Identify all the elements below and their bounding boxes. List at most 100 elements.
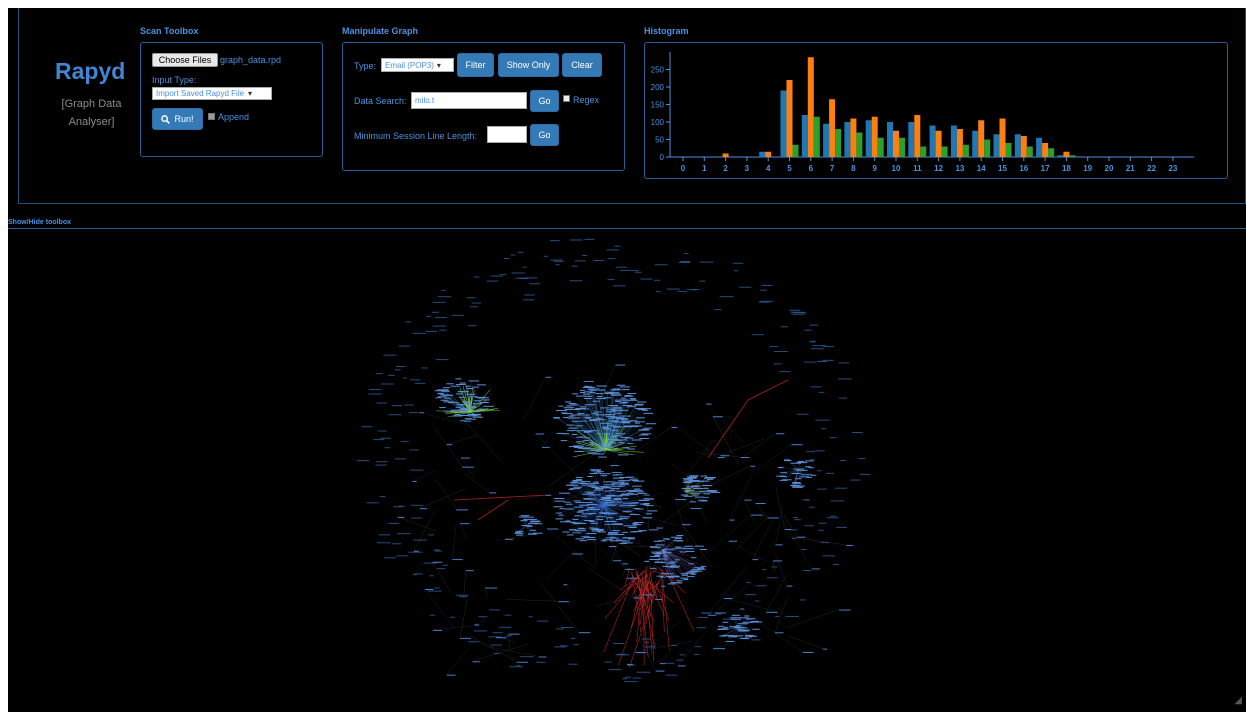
graph-node [562, 531, 570, 533]
manipulate-graph-panel: Type: Email (POP3) ▾ Filter Show Only Cl… [342, 42, 625, 171]
graph-node [633, 597, 642, 599]
graph-edge [587, 567, 634, 598]
choose-files-button[interactable]: Choose Files [152, 53, 218, 67]
graph-node [590, 453, 601, 455]
graph-node [368, 389, 382, 391]
data-search-input[interactable]: milo.t [411, 92, 527, 109]
min-session-input[interactable] [487, 126, 527, 143]
histogram-bar [887, 122, 893, 157]
graph-node [479, 402, 489, 404]
show-hide-toolbox-link[interactable]: Show/Hide toolbox [8, 219, 71, 226]
graph-node [471, 386, 479, 388]
graph-node [429, 614, 436, 616]
graph-node [472, 661, 481, 663]
graph-node [624, 395, 632, 397]
graph-node [632, 485, 642, 487]
graph-node [414, 573, 423, 575]
graph-node [576, 430, 586, 432]
graph-edge [546, 553, 573, 580]
graph-node [569, 280, 583, 282]
graph-node [586, 484, 596, 486]
graph-node [624, 676, 632, 678]
graph-node [560, 440, 568, 442]
graph-node [515, 531, 522, 533]
graph-node [421, 367, 428, 369]
graph-node [674, 582, 682, 584]
histogram-bar [780, 90, 787, 157]
graph-node [740, 456, 750, 458]
graph-edge [525, 525, 536, 533]
graph-edge [463, 570, 467, 599]
graph-node [691, 557, 697, 559]
graph-node [818, 529, 824, 531]
x-tick-label: 18 [1062, 164, 1071, 173]
graph-edge [621, 568, 626, 579]
histogram-bar [984, 139, 991, 157]
data-search-go-button[interactable]: Go [530, 90, 559, 112]
graph-node [635, 422, 641, 424]
clear-button[interactable]: Clear [562, 53, 602, 77]
graph-node [601, 540, 607, 542]
graph-node [822, 555, 835, 557]
graph-node [490, 275, 504, 277]
histogram-bar [813, 116, 820, 157]
resize-handle-icon[interactable]: ◢ [1234, 695, 1242, 706]
type-select[interactable]: Email (POP3) ▾ [381, 58, 454, 72]
graph-node [465, 570, 474, 572]
regex-checkbox[interactable] [563, 95, 570, 102]
run-button[interactable]: Run! [152, 108, 203, 130]
graph-node [612, 477, 624, 479]
input-type-select[interactable]: Import Saved Rapyd File ▾ [152, 87, 272, 100]
graph-edge [432, 624, 484, 631]
graph-node [617, 524, 624, 526]
graph-node [361, 426, 373, 428]
histogram-bar [978, 120, 985, 157]
graph-node [571, 265, 578, 267]
graph-node [388, 522, 400, 524]
graph-node [554, 646, 567, 648]
show-only-button[interactable]: Show Only [498, 53, 559, 77]
histogram-bar [920, 146, 927, 157]
selected-file-name: graph_data.rpd [220, 55, 282, 65]
filter-button[interactable]: Filter [457, 53, 494, 77]
graph-node [377, 430, 387, 432]
network-graph[interactable] [8, 230, 1246, 712]
graph-node [717, 629, 724, 631]
graph-node [588, 527, 594, 529]
graph-node [733, 270, 739, 272]
graph-node [606, 409, 617, 411]
graph-node [590, 449, 596, 451]
graph-node [707, 614, 717, 616]
graph-node [413, 550, 419, 552]
graph-node [595, 398, 607, 400]
graph-node [626, 492, 634, 494]
graph-node [567, 484, 579, 486]
graph-node [693, 481, 705, 483]
graph-edge [413, 510, 436, 551]
histogram-bar [877, 137, 884, 157]
graph-node [766, 611, 778, 613]
histogram-bar [935, 130, 942, 157]
graph-node [675, 499, 687, 501]
graph-node [722, 621, 729, 623]
graph-node [533, 523, 543, 525]
graph-node [626, 406, 636, 408]
graph-node [573, 644, 579, 646]
graph-node [489, 492, 497, 494]
graph-node [388, 414, 402, 416]
graph-node [810, 474, 817, 476]
histogram-x-axis: 0 1 2 3 4 5 6 7 8 9 10 11 12 13 14 15 16 17 18 19 20 21 22 23 [670, 156, 1195, 173]
graph-node [808, 467, 814, 469]
min-session-go-button[interactable]: Go [530, 124, 559, 146]
histogram-bar [962, 144, 969, 157]
graph-node [838, 378, 852, 380]
graph-node [521, 525, 532, 527]
graph-node [654, 264, 668, 266]
graph-node [479, 408, 487, 410]
graph-node [464, 420, 472, 422]
graph-node [681, 574, 689, 576]
append-checkbox[interactable] [208, 113, 215, 120]
graph-node [603, 433, 611, 435]
graph-node [376, 373, 383, 375]
graph-node [803, 569, 812, 571]
